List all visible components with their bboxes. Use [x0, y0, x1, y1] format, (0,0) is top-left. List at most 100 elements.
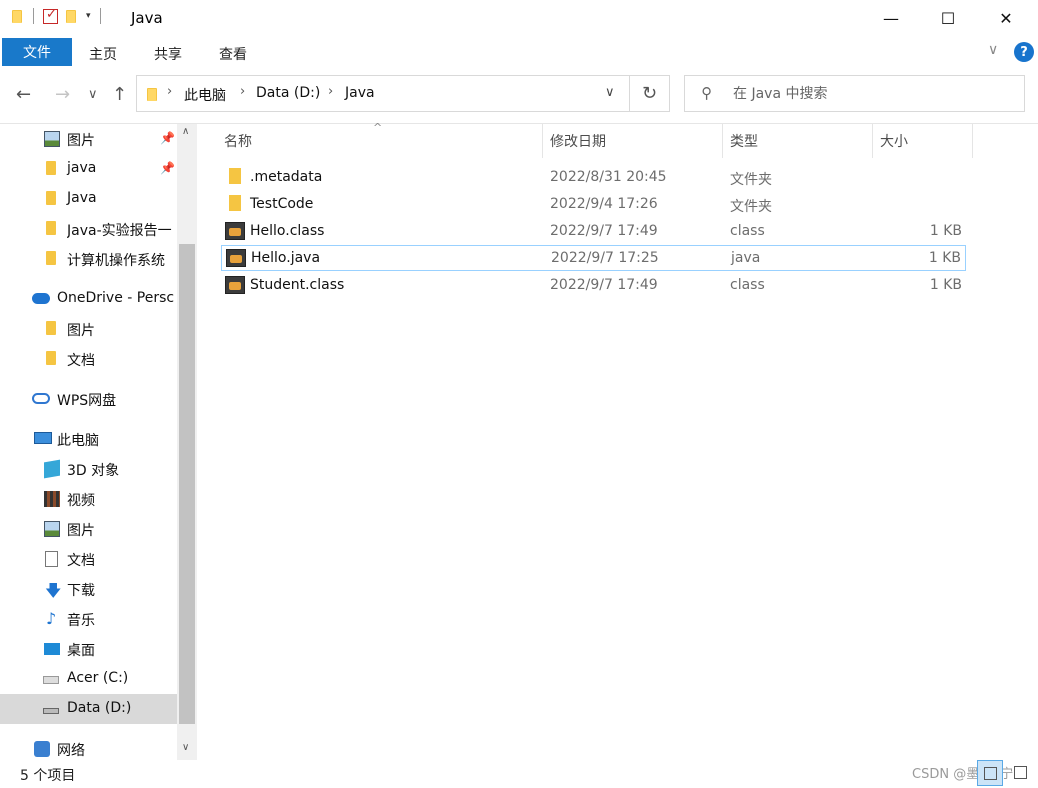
file-row-student-class[interactable]: Student.class 2022/9/7 17:49 class 1 KB: [221, 273, 966, 299]
file-row-metadata[interactable]: .metadata 2022/8/31 20:45 文件夹: [221, 165, 966, 191]
drive-d-icon: [43, 708, 59, 714]
tab-view[interactable]: 查看: [219, 44, 247, 64]
search-input[interactable]: [733, 76, 1013, 111]
column-header-name[interactable]: 名称: [224, 124, 252, 158]
file-row-hello-class[interactable]: Hello.class 2022/9/7 17:49 class 1 KB: [221, 219, 966, 245]
column-divider[interactable]: [872, 124, 873, 158]
wps-cloud-icon: [32, 393, 50, 404]
sidebar-item-label: Java-实验报告一: [67, 223, 172, 239]
breadcrumb-java[interactable]: Java: [345, 85, 375, 101]
properties-icon[interactable]: [43, 7, 58, 24]
scrollbar-thumb[interactable]: [179, 244, 195, 724]
sidebar-item-videos[interactable]: 视频: [0, 484, 177, 514]
back-button[interactable]: ←: [16, 84, 31, 105]
search-icon: ⚲: [701, 84, 712, 102]
column-header-type[interactable]: 类型: [730, 124, 758, 158]
sidebar-item-wps[interactable]: WPS网盘: [0, 384, 177, 414]
expand-ribbon-icon[interactable]: ∨: [988, 42, 998, 58]
sidebar-item-3d-objects[interactable]: 3D 对象: [0, 454, 177, 484]
drive-c-icon: [43, 676, 59, 684]
file-list: ^ 名称 修改日期 类型 大小 .metadata 2022/8/31 20:4…: [197, 121, 1038, 760]
folder-icon: [229, 195, 241, 211]
sidebar-item-java-report[interactable]: Java-实验报告一: [0, 214, 177, 244]
sidebar-item-label: 3D 对象: [67, 463, 120, 479]
sidebar-item-this-pc[interactable]: 此电脑: [0, 424, 177, 454]
forward-button[interactable]: →: [55, 84, 70, 105]
file-type: 文件夹: [730, 199, 772, 215]
scroll-up-button[interactable]: ∧: [182, 126, 189, 137]
onedrive-icon: [32, 293, 50, 304]
breadcrumb-separator[interactable]: ›: [328, 84, 333, 99]
breadcrumb-separator[interactable]: ›: [167, 84, 172, 99]
sidebar-item-downloads[interactable]: 🡇 下载: [0, 574, 177, 604]
file-row-hello-java[interactable]: Hello.java 2022/9/7 17:25 java 1 KB: [221, 245, 966, 271]
sidebar-item-label: 图片: [67, 133, 95, 149]
sidebar-item-label: 视频: [67, 493, 95, 509]
sidebar-item-drive-c[interactable]: Acer (C:): [0, 664, 177, 694]
sidebar-item-onedrive-pictures[interactable]: 图片: [0, 314, 177, 344]
folder-icon: [46, 161, 56, 175]
column-header-size[interactable]: 大小: [880, 124, 908, 158]
sidebar-item-drive-d[interactable]: Data (D:): [0, 694, 177, 724]
sidebar-item-onedrive-documents[interactable]: 文档: [0, 344, 177, 374]
downloads-icon: 🡇: [45, 581, 62, 600]
address-history-dropdown-icon[interactable]: ∨: [605, 85, 615, 100]
new-folder-icon[interactable]: [64, 8, 78, 24]
breadcrumb-separator[interactable]: ›: [240, 84, 245, 99]
quick-access-toolbar: ▾: [10, 7, 104, 24]
pin-icon[interactable]: 📌: [160, 131, 175, 145]
file-name: Student.class: [250, 277, 345, 293]
help-icon[interactable]: ?: [1014, 42, 1034, 62]
sidebar-item-music[interactable]: ♪ 音乐: [0, 604, 177, 634]
breadcrumb-data-d[interactable]: Data (D:): [256, 85, 320, 101]
sidebar-item-label: Java: [67, 190, 97, 206]
sidebar-item-label: 此电脑: [57, 433, 99, 449]
file-name: Hello.java: [251, 250, 321, 266]
recent-locations-button[interactable]: ∨: [88, 87, 98, 102]
breadcrumb-this-pc[interactable]: 此电脑: [184, 85, 226, 105]
details-view-icon: [984, 767, 997, 780]
sidebar-item-pictures[interactable]: 图片: [0, 514, 177, 544]
ribbon-tabs: 文件 主页 共享 查看: [0, 36, 1038, 68]
column-divider[interactable]: [722, 124, 723, 158]
customize-toolbar-icon[interactable]: ▾: [86, 11, 91, 21]
sidebar-item-java-lower[interactable]: java 📌: [0, 154, 177, 184]
file-row-testcode[interactable]: TestCode 2022/9/4 17:26 文件夹: [221, 192, 966, 218]
item-count: 5 个项目: [20, 768, 76, 784]
pictures-icon: [44, 131, 60, 147]
address-bar[interactable]: › 此电脑 › Data (D:) › Java ∨: [136, 75, 630, 112]
pictures-icon: [44, 521, 60, 537]
up-button[interactable]: ↑: [112, 84, 127, 105]
column-divider[interactable]: [972, 124, 973, 158]
folder-icon: [46, 251, 56, 265]
tab-home[interactable]: 主页: [89, 44, 117, 64]
file-type: 文件夹: [730, 172, 772, 188]
sidebar-scrollbar[interactable]: ∧ ∨: [177, 124, 197, 760]
details-view-button[interactable]: [977, 760, 1003, 786]
sidebar-item-documents[interactable]: 文档: [0, 544, 177, 574]
minimize-button[interactable]: —: [868, 0, 914, 36]
sidebar-item-pictures-quick[interactable]: 图片 📌: [0, 124, 177, 154]
maximize-button[interactable]: ☐: [925, 0, 971, 36]
file-date: 2022/9/7 17:49: [550, 277, 658, 293]
search-box[interactable]: ⚲: [684, 75, 1025, 112]
tab-share[interactable]: 共享: [154, 44, 182, 64]
sidebar-item-os[interactable]: 计算机操作系统: [0, 244, 177, 274]
close-button[interactable]: ✕: [983, 0, 1029, 36]
column-divider[interactable]: [542, 124, 543, 158]
column-header-date[interactable]: 修改日期: [550, 124, 606, 158]
pin-icon[interactable]: 📌: [160, 161, 175, 175]
file-size: 1 KB: [929, 277, 962, 293]
file-size: 1 KB: [929, 223, 962, 239]
large-icons-view-button[interactable]: [1008, 760, 1034, 786]
sidebar-item-onedrive[interactable]: OneDrive - Persc: [0, 284, 177, 314]
folder-icon: [46, 221, 56, 235]
tab-file[interactable]: 文件: [2, 38, 72, 66]
file-date: 2022/8/31 20:45: [550, 169, 667, 185]
navigation-pane: 图片 📌 java 📌 Java Java-实验报告一 计算机操作系统 OneD…: [0, 124, 197, 760]
sidebar-item-desktop[interactable]: 桌面: [0, 634, 177, 664]
scroll-down-button[interactable]: ∨: [182, 742, 189, 753]
sidebar-item-java[interactable]: Java: [0, 184, 177, 214]
refresh-button[interactable]: ↻: [630, 75, 670, 112]
folder-icon: [229, 168, 241, 184]
